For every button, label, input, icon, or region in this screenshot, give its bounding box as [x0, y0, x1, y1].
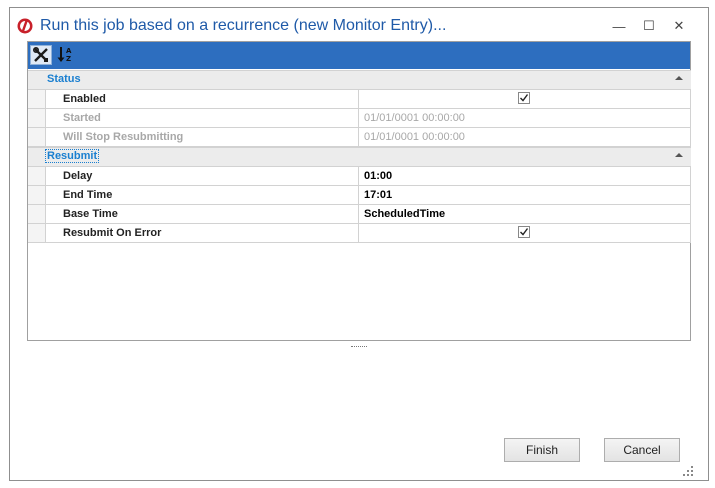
alphabetical-sort-button[interactable]: A Z [54, 45, 76, 65]
finish-button[interactable]: Finish [504, 438, 580, 462]
dialog-window: Run this job based on a recurrence (new … [9, 7, 709, 481]
category-resubmit[interactable]: Resubmit [28, 147, 691, 167]
sort-alphabetical-icon: A Z [57, 47, 72, 63]
property-value: 01/01/0001 00:00:00 [359, 109, 691, 127]
property-value[interactable] [359, 224, 691, 242]
property-name: Resubmit On Error [45, 224, 359, 242]
property-value[interactable]: 01:00 [359, 167, 691, 185]
panel-splitter-handle[interactable] [351, 346, 367, 349]
property-value[interactable]: 17:01 [359, 186, 691, 204]
tools-icon [33, 47, 48, 62]
property-value: 01/01/0001 00:00:00 [359, 128, 691, 146]
checkmark-icon [520, 94, 529, 102]
property-row-end-time[interactable]: End Time 17:01 [28, 186, 691, 205]
category-label: Resubmit [44, 149, 100, 163]
row-gutter [28, 224, 45, 242]
collapse-arrow-icon[interactable] [675, 153, 683, 157]
row-gutter [28, 167, 45, 185]
property-row-delay[interactable]: Delay 01:00 [28, 167, 691, 186]
row-gutter [28, 109, 45, 127]
property-grid-panel: A Z Status Enabled Started 01/01/0001 00… [27, 41, 691, 341]
row-gutter [28, 90, 45, 108]
property-name: Enabled [45, 90, 359, 108]
row-gutter [28, 186, 45, 204]
row-gutter [28, 205, 45, 223]
resubmit-on-error-checkbox[interactable] [518, 226, 530, 238]
property-row-enabled[interactable]: Enabled [28, 90, 691, 109]
minimize-button[interactable]: — [605, 16, 633, 36]
property-value[interactable]: ScheduledTime [359, 205, 691, 223]
svg-text:Z: Z [66, 55, 71, 63]
property-name: Base Time [45, 205, 359, 223]
property-name: Will Stop Resubmitting [45, 128, 359, 146]
property-grid-toolbar: A Z [28, 42, 690, 69]
property-row-resubmit-on-error[interactable]: Resubmit On Error [28, 224, 691, 243]
property-row-base-time[interactable]: Base Time ScheduledTime [28, 205, 691, 224]
svg-text:A: A [66, 47, 72, 55]
cancel-button[interactable]: Cancel [604, 438, 680, 462]
property-row-will-stop-resubmitting[interactable]: Will Stop Resubmitting 01/01/0001 00:00:… [28, 128, 691, 147]
property-row-started[interactable]: Started 01/01/0001 00:00:00 [28, 109, 691, 128]
enabled-checkbox[interactable] [518, 92, 530, 104]
categorized-view-button[interactable] [30, 45, 52, 65]
category-label: Status [47, 73, 81, 85]
property-value[interactable] [359, 90, 691, 108]
property-name: Delay [45, 167, 359, 185]
window-title: Run this job based on a recurrence (new … [40, 17, 447, 34]
category-status[interactable]: Status [28, 70, 691, 90]
checkmark-icon [520, 228, 529, 236]
property-grid: Status Enabled Started 01/01/0001 00:00: [28, 70, 691, 243]
property-name: Started [45, 109, 359, 127]
close-button[interactable]: ✕ [665, 16, 693, 36]
row-gutter [28, 128, 45, 146]
app-logo-icon [17, 18, 33, 34]
maximize-button[interactable]: ☐ [635, 16, 663, 36]
property-name: End Time [45, 186, 359, 204]
resize-grip-icon[interactable] [682, 464, 694, 476]
collapse-arrow-icon[interactable] [675, 76, 683, 80]
title-bar[interactable]: Run this job based on a recurrence (new … [10, 8, 708, 42]
